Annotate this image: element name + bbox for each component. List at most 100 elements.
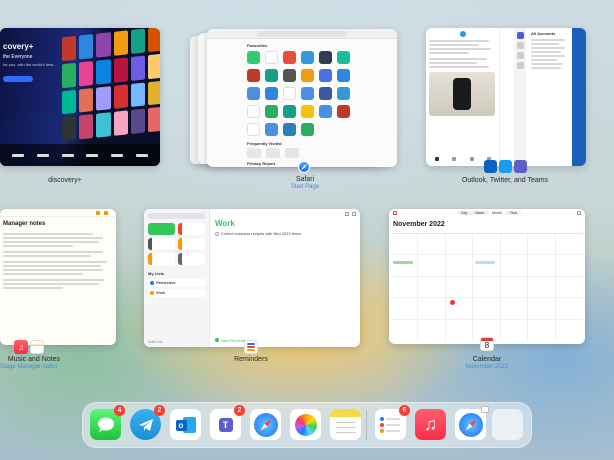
calendar-sublabel: November 2022 — [465, 364, 509, 370]
photos-app-icon[interactable] — [290, 409, 321, 440]
discovery-window-label: discovery+ — [48, 177, 82, 184]
favourite-icon[interactable] — [283, 51, 296, 64]
new-reminder-button[interactable]: New Reminder — [215, 338, 247, 343]
outlook-app-icon[interactable]: o — [170, 409, 201, 440]
safari-recent-app-icon[interactable] — [455, 406, 489, 440]
safari-window[interactable]: Favourites Frequently Visited Privacy Re… — [207, 29, 397, 167]
favourite-icon[interactable] — [319, 51, 332, 64]
reminder-item-text: Collect business recipes with Bird 2023 … — [221, 231, 302, 236]
favourite-icon[interactable] — [301, 105, 314, 118]
calendar-event[interactable] — [393, 261, 413, 265]
reminder-checkbox[interactable] — [215, 232, 219, 236]
reminders-app-icon-dock[interactable]: 6 — [375, 405, 410, 440]
calendar-view-switcher[interactable]: Day Week Month Year — [457, 211, 521, 215]
add-list-button[interactable]: Add List — [148, 339, 162, 344]
calendar-view-year[interactable]: Year — [506, 211, 521, 215]
favourite-icon[interactable] — [247, 105, 260, 118]
outlook-window[interactable]: All Accounts — [426, 28, 586, 166]
calendar-window[interactable]: Day Week Month Year November 2022 — [389, 209, 585, 344]
favourite-icon[interactable] — [265, 69, 278, 82]
favourite-icon[interactable] — [301, 87, 314, 100]
smart-list-flagged[interactable] — [178, 238, 205, 250]
music-notes-sublabel: Stage Manager notes — [0, 364, 58, 370]
favourite-icon[interactable] — [265, 105, 278, 118]
calendar-today-marker — [449, 300, 455, 306]
reminders-badge: 6 — [399, 405, 410, 416]
calendar-view-day[interactable]: Day — [457, 211, 471, 215]
favourite-icon[interactable] — [301, 123, 314, 136]
smart-list-all[interactable] — [148, 238, 175, 250]
smart-list-scheduled[interactable] — [178, 223, 205, 235]
notes-window[interactable]: Manager notes — [0, 209, 116, 345]
favourite-icon[interactable] — [247, 87, 260, 100]
music-app-icon: ♫ — [14, 340, 28, 354]
calendar-month-title: November 2022 — [393, 221, 445, 228]
app-library-icon[interactable] — [492, 409, 523, 440]
favourite-icon[interactable] — [265, 123, 278, 136]
dock-divider — [366, 410, 367, 440]
reminders-window[interactable]: Search My Lists Reminders Work Add List … — [144, 209, 360, 347]
outlook-inbox-heading: All Accounts — [531, 31, 556, 36]
calendar-view-month[interactable]: Month — [488, 211, 506, 215]
safari-favourites-heading: Favourites — [247, 43, 268, 48]
favourite-icon[interactable] — [283, 105, 296, 118]
discovery-cta-button[interactable] — [3, 76, 33, 82]
favourite-icon[interactable] — [283, 123, 296, 136]
favourite-icon[interactable] — [319, 69, 332, 82]
favourite-icon[interactable] — [265, 51, 278, 64]
notes-app-icon-dock[interactable] — [330, 409, 361, 440]
safari-frequently-visited-heading: Frequently Visited — [247, 141, 282, 146]
favourite-icon[interactable] — [319, 105, 332, 118]
telegram-badge: 2 — [154, 405, 165, 416]
favourite-icon[interactable] — [301, 69, 314, 82]
outlook-blue-rail — [572, 28, 586, 166]
my-list-1-label: Reminders — [156, 280, 176, 285]
teams-badge: 2 — [234, 405, 245, 416]
smart-list-today[interactable] — [148, 223, 175, 235]
reminders-search-field[interactable]: Search — [148, 213, 205, 227]
reminders-list-title: Work — [215, 219, 235, 228]
discovery-hero-subheading: the Everyone — [3, 54, 33, 60]
favourite-icon[interactable] — [283, 69, 296, 82]
messages-app-icon[interactable]: 4 — [90, 405, 125, 440]
favourite-icon[interactable] — [301, 51, 314, 64]
my-list-2[interactable]: Work — [148, 289, 205, 297]
calendar-icon-date: 8 — [484, 341, 490, 350]
calendar-label: Calendar — [472, 356, 502, 363]
teams-app-icon[interactable]: T 2 — [210, 405, 245, 440]
reminders-sidebar: Search My Lists Reminders Work Add List — [144, 209, 210, 347]
discovery-window[interactable]: covery+ the Everyone for you, with the w… — [0, 28, 160, 166]
favourite-icon[interactable] — [337, 69, 350, 82]
my-list-1[interactable]: Reminders — [148, 279, 205, 287]
teams-small-icon — [514, 160, 527, 173]
discovery-hero-heading: covery+ — [3, 42, 34, 51]
music-notes-label: Music and Notes — [7, 356, 61, 363]
notes-title: Manager notes — [3, 221, 46, 227]
reminders-app-icon — [244, 340, 258, 354]
favourite-icon[interactable] — [283, 87, 296, 100]
reminders-toolbar-icons — [345, 212, 356, 216]
twitter-small-icon — [499, 160, 512, 173]
telegram-app-icon[interactable]: 2 — [130, 405, 165, 440]
favourite-icon[interactable] — [337, 105, 350, 118]
smart-list-completed[interactable] — [148, 253, 175, 265]
calendar-event[interactable] — [475, 261, 496, 265]
notes-app-icon — [30, 340, 44, 354]
favourite-icon[interactable] — [265, 87, 278, 100]
music-app-icon-dock[interactable]: ♫ — [415, 409, 446, 440]
calendar-view-week[interactable]: Week — [471, 211, 488, 215]
favourite-icon[interactable] — [337, 51, 350, 64]
outlook-group-label: Outlook, Twitter, and Teams — [461, 177, 549, 184]
safari-app-icon[interactable] — [250, 409, 281, 440]
safari-address-bar[interactable] — [257, 31, 347, 37]
favourite-icon[interactable] — [319, 87, 332, 100]
favourite-icon[interactable] — [337, 87, 350, 100]
favourite-icon[interactable] — [247, 51, 260, 64]
reminder-item[interactable]: Collect business recipes with Bird 2023 … — [215, 231, 355, 237]
smart-list-assigned[interactable] — [178, 253, 205, 265]
favourite-icon[interactable] — [247, 123, 260, 136]
my-list-2-label: Work — [156, 290, 166, 295]
discovery-brand-strip — [0, 144, 160, 166]
music-note-glyph: ♫ — [423, 414, 438, 434]
favourite-icon[interactable] — [247, 69, 260, 82]
